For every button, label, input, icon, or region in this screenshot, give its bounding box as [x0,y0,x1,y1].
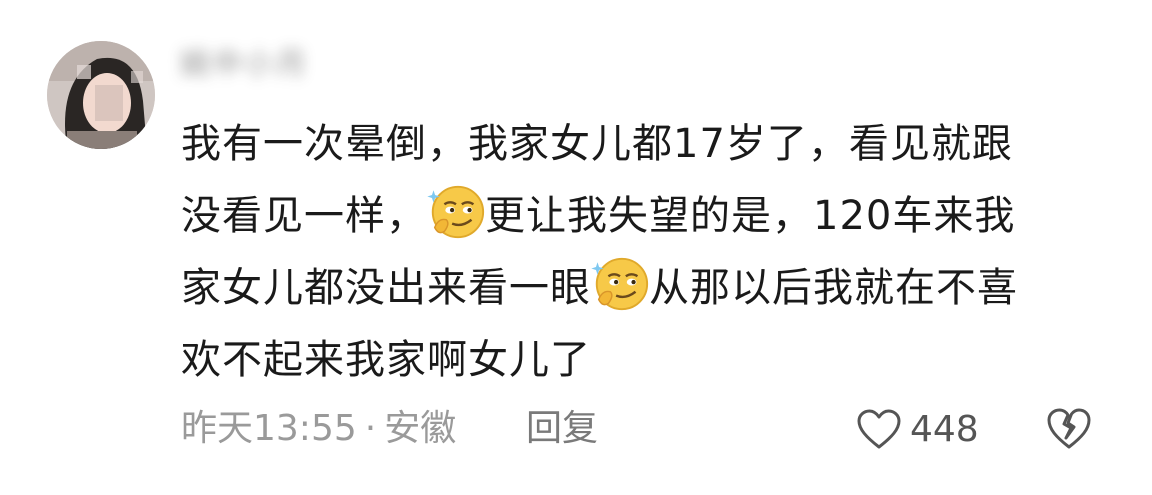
comment-segment: 从那以后我就在不喜 [649,265,1018,311]
comment-text: 我有一次晕倒，我家女儿都17岁了，看见就跟 没看见一样， 更让我失望的是，120… [181,108,1121,396]
comment-line: 家女儿都没出来看一眼 从那以后我就在不喜 [181,252,1121,324]
comment-line: 我有一次晕倒，我家女儿都17岁了，看见就跟 [181,121,1013,167]
comment-segment: 家女儿都没出来看一眼 [181,265,591,311]
username[interactable]: 姚中小月 [180,48,308,82]
comment-segment: 没看见一样， [181,193,427,239]
comment-line: 没看见一样， 更让我失望的是，120车来我 [181,180,1121,252]
smirk-thinking-emoji-icon [427,185,485,239]
comment-item: 姚中小月 我有一次晕倒，我家女儿都17岁了，看见就跟 没看见一样， 更让我失望的… [0,0,1152,495]
comment-location: 安徽 [384,408,457,449]
reply-button[interactable]: 回复 [526,404,598,454]
smirk-thinking-emoji-icon [591,257,649,311]
dislike-button[interactable] [1045,406,1093,454]
broken-heart-icon [1047,408,1091,449]
comment-line: 欢不起来我家啊女儿了 [181,337,591,383]
avatar-photo [47,41,155,149]
like-button[interactable]: 448 [856,404,979,454]
meta-separator: · [364,408,377,449]
comment-meta: 昨天13:55 · 安徽 [181,404,456,454]
like-count: 448 [910,408,979,450]
avatar[interactable] [47,41,155,149]
comment-time: 昨天13:55 [181,408,357,449]
comment-segment: 更让我失望的是，120车来我 [485,193,1016,239]
heart-icon [857,409,901,449]
